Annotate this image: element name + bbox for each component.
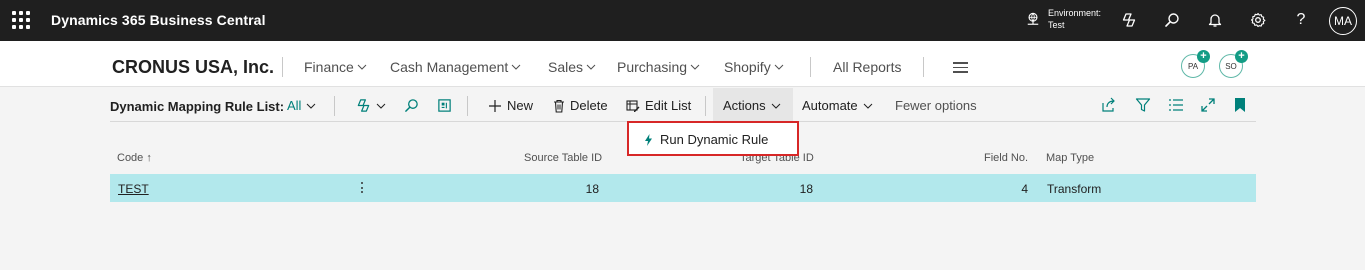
chevron-down-icon — [690, 64, 700, 70]
column-header-map-type[interactable]: Map Type — [1046, 152, 1094, 164]
add-icon: + — [1235, 50, 1248, 63]
nav-item-label: Sales — [548, 59, 584, 75]
automate-button-label: Automate — [802, 98, 858, 113]
column-header-code[interactable]: Code ↑ — [117, 152, 152, 164]
chevron-down-icon — [771, 103, 780, 109]
nav-item-cash-management[interactable]: Cash Management — [390, 59, 521, 75]
search-icon[interactable] — [1163, 11, 1181, 29]
navigation-bar: CRONUS USA, Inc. Finance Cash Management… — [0, 41, 1365, 87]
waffle-icon[interactable] — [12, 11, 30, 29]
actions-menu-button[interactable]: Actions — [723, 98, 781, 113]
action-divider — [334, 96, 335, 116]
list-view-icon[interactable] — [1168, 97, 1184, 113]
nav-divider — [923, 57, 924, 77]
nav-item-label: Purchasing — [617, 59, 688, 75]
bell-icon[interactable] — [1206, 11, 1224, 29]
nav-item-label: Shopify — [724, 59, 771, 75]
copilot-icon — [357, 99, 370, 112]
action-bar: Dynamic Mapping Rule List: All New Delet… — [110, 88, 1256, 122]
plus-icon — [489, 99, 501, 112]
search-icon — [405, 99, 418, 112]
add-icon: + — [1197, 50, 1210, 63]
app-title[interactable]: Dynamics 365 Business Central — [51, 12, 266, 28]
chevron-down-icon — [376, 103, 386, 109]
avatar[interactable]: MA — [1329, 7, 1357, 35]
nav-item-shopify[interactable]: Shopify — [724, 59, 784, 75]
column-header-source-table-id[interactable]: Source Table ID — [524, 152, 602, 164]
edit-list-button[interactable]: Edit List — [626, 98, 691, 113]
actions-dropdown-menu: Run Dynamic Rule — [627, 121, 799, 156]
row-source-table-id[interactable]: 18 — [500, 182, 599, 196]
automate-menu-button[interactable]: Automate — [802, 98, 873, 113]
environment-value: Test — [1048, 20, 1065, 30]
nav-divider — [810, 57, 811, 77]
actions-button-label: Actions — [723, 98, 766, 113]
search-list-button[interactable] — [404, 98, 419, 113]
edit-list-icon — [626, 99, 640, 112]
fewer-options-button[interactable]: Fewer options — [895, 98, 977, 113]
chevron-down-icon — [774, 64, 784, 70]
hamburger-menu-icon[interactable] — [953, 62, 968, 73]
help-icon[interactable]: ? — [1292, 11, 1310, 29]
new-button-label: New — [507, 98, 534, 113]
share-icon[interactable] — [1101, 97, 1117, 113]
new-button[interactable]: New — [488, 98, 533, 113]
analysis-mode-button[interactable] — [437, 98, 452, 113]
row-map-type[interactable]: Transform — [1047, 182, 1101, 196]
nav-item-purchasing[interactable]: Purchasing — [617, 59, 700, 75]
environment-indicator[interactable]: Environment: Test — [1026, 7, 1101, 31]
bubble-label: SO — [1225, 61, 1237, 71]
role-bubble-pa[interactable]: PA + — [1181, 50, 1210, 78]
edit-list-button-label: Edit List — [645, 98, 692, 113]
page-title: Dynamic Mapping Rule List: — [110, 99, 285, 114]
gear-icon[interactable] — [1249, 11, 1267, 29]
bubble-label: PA — [1187, 61, 1199, 71]
analysis-icon — [438, 99, 451, 112]
role-bubble-so[interactable]: SO + — [1219, 50, 1248, 78]
environment-icon — [1027, 12, 1039, 25]
bookmark-icon[interactable] — [1232, 97, 1248, 113]
nav-item-finance[interactable]: Finance — [304, 59, 367, 75]
all-reports-link[interactable]: All Reports — [833, 59, 901, 75]
row-target-table-id[interactable]: 18 — [714, 182, 813, 196]
nav-item-sales[interactable]: Sales — [548, 59, 596, 75]
view-filter-label: All — [287, 98, 302, 113]
row-code-link[interactable]: TEST — [118, 182, 149, 196]
run-dynamic-rule-label: Run Dynamic Rule — [660, 132, 769, 147]
environment-label: Environment: — [1048, 8, 1102, 18]
run-dynamic-rule-menu-item[interactable]: Run Dynamic Rule — [644, 132, 768, 147]
action-divider — [467, 96, 468, 116]
copilot-menu[interactable] — [356, 98, 386, 113]
delete-button[interactable]: Delete — [553, 98, 608, 113]
row-field-no[interactable]: 4 — [929, 182, 1028, 196]
chevron-down-icon — [511, 64, 521, 70]
delete-button-label: Delete — [570, 98, 608, 113]
view-filter-dropdown[interactable]: All — [287, 98, 316, 113]
lightning-icon — [645, 133, 652, 146]
company-name[interactable]: CRONUS USA, Inc. — [112, 57, 274, 78]
action-divider — [705, 96, 706, 116]
chevron-down-icon — [863, 103, 873, 109]
trash-icon — [554, 99, 564, 113]
expand-icon[interactable] — [1200, 97, 1216, 113]
chevron-down-icon — [586, 64, 596, 70]
column-header-field-no[interactable]: Field No. — [984, 152, 1028, 164]
copilot-icon[interactable] — [1120, 11, 1138, 29]
chevron-down-icon — [307, 103, 316, 109]
filter-icon[interactable] — [1135, 97, 1151, 113]
top-bar: Dynamics 365 Business Central Environmen… — [0, 0, 1365, 41]
nav-divider — [282, 57, 283, 77]
chevron-down-icon — [357, 64, 367, 70]
nav-item-label: Finance — [304, 59, 354, 75]
row-more-options-icon[interactable] — [361, 182, 364, 195]
nav-item-label: Cash Management — [390, 59, 509, 75]
